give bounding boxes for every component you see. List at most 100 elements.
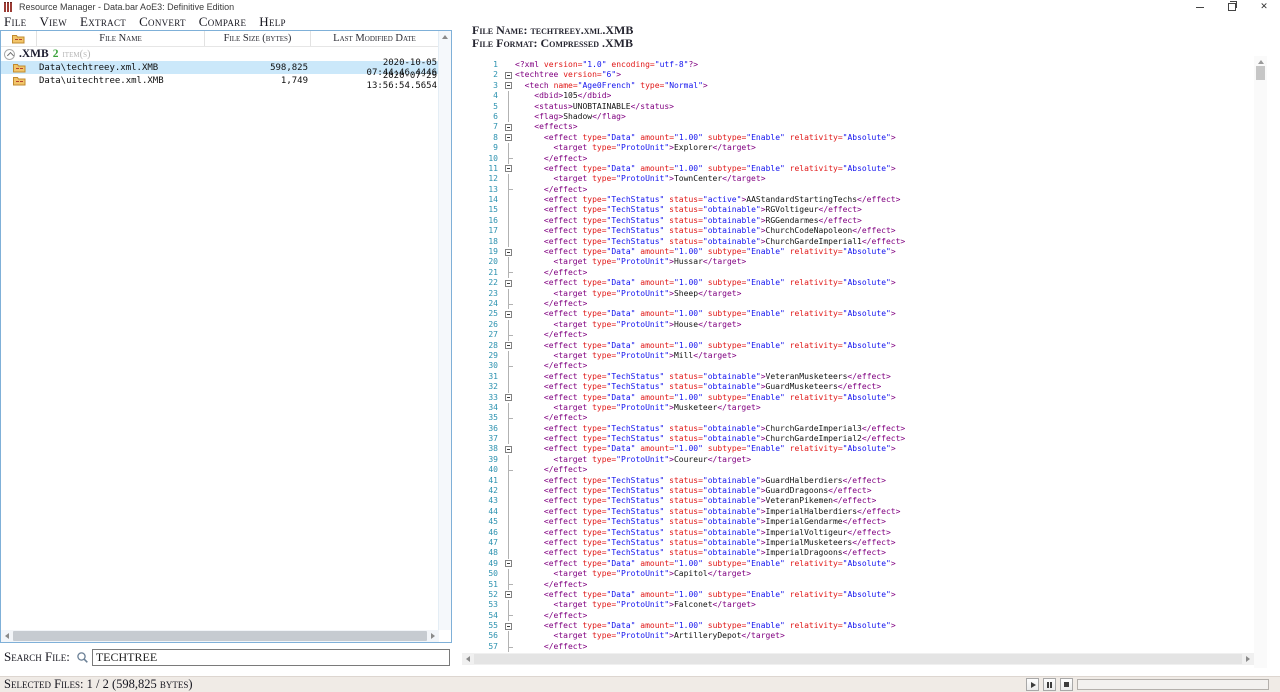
line-number: 39 [478, 455, 502, 465]
file-name: Data\techtreey.xml.XMB [37, 63, 205, 73]
fold-margin[interactable] [502, 70, 515, 80]
code-text: <effect type="TechStatus" status="obtain… [515, 237, 905, 247]
fold-margin [502, 600, 515, 610]
menu-compare[interactable]: Compare [195, 14, 255, 30]
stop-button[interactable] [1060, 678, 1073, 691]
fold-margin[interactable] [502, 309, 515, 319]
fold-collapse-icon[interactable] [505, 165, 512, 172]
menu-help[interactable]: Help [255, 14, 295, 30]
folder-icon [12, 34, 25, 44]
fold-margin [502, 154, 515, 164]
menu-file[interactable]: File [0, 14, 35, 30]
column-header-modified[interactable]: Last Modified Date [311, 31, 439, 46]
fold-margin[interactable] [502, 81, 515, 91]
play-button[interactable] [1026, 678, 1039, 691]
code-text: <effect type="TechStatus" status="obtain… [515, 538, 896, 548]
menu-view[interactable]: View [35, 14, 76, 30]
code-line: 45 <effect type="TechStatus" status="obt… [478, 517, 1254, 527]
selected-files-status: Selected Files: 1 / 2 (598,825 bytes) [0, 677, 193, 692]
column-header-file-name[interactable]: File Name [37, 31, 205, 46]
search-input[interactable] [92, 649, 450, 666]
fold-margin [502, 507, 515, 517]
code-line: 3 <tech name="Age0French" type="Normal"> [478, 81, 1254, 91]
code-text: <effect type="TechStatus" status="obtain… [515, 226, 896, 236]
fold-collapse-icon[interactable] [505, 623, 512, 630]
status-bar: Selected Files: 1 / 2 (598,825 bytes) [0, 676, 1280, 692]
fold-margin[interactable] [502, 341, 515, 351]
code-horizontal-scrollbar[interactable] [462, 653, 1254, 665]
fold-collapse-icon[interactable] [505, 72, 512, 79]
fold-margin[interactable] [502, 444, 515, 454]
code-line: 11 <effect type="Data" amount="1.00" sub… [478, 164, 1254, 174]
list-vertical-scrollbar[interactable] [438, 31, 451, 630]
column-header-file-size[interactable]: File Size (bytes) [205, 31, 311, 46]
fold-collapse-icon[interactable] [505, 560, 512, 567]
fold-margin [502, 382, 515, 392]
fold-collapse-icon[interactable] [505, 82, 512, 89]
menu-bar: FileViewExtractConvertCompareHelp [0, 14, 470, 30]
fold-margin[interactable] [502, 590, 515, 600]
code-text: <effect type="TechStatus" status="obtain… [515, 205, 862, 215]
scrollbar-thumb[interactable] [474, 654, 1242, 664]
fold-margin[interactable] [502, 122, 515, 132]
restore-icon [1228, 3, 1236, 11]
code-line: 54 </effect> [478, 611, 1254, 621]
list-horizontal-scrollbar[interactable] [1, 630, 439, 642]
line-number: 15 [478, 205, 502, 215]
fold-margin [502, 205, 515, 215]
fold-collapse-icon[interactable] [505, 311, 512, 318]
line-number: 8 [478, 133, 502, 143]
fold-collapse-icon[interactable] [505, 394, 512, 401]
line-number: 54 [478, 611, 502, 621]
fold-collapse-icon[interactable] [505, 280, 512, 287]
line-number: 52 [478, 590, 502, 600]
fold-collapse-icon[interactable] [505, 446, 512, 453]
fold-collapse-icon[interactable] [505, 134, 512, 141]
fold-margin[interactable] [502, 247, 515, 257]
search-row: Search File: [0, 646, 460, 668]
scrollbar-thumb[interactable] [1256, 66, 1265, 80]
code-vertical-scrollbar[interactable] [1254, 56, 1267, 668]
fold-collapse-icon[interactable] [505, 249, 512, 256]
window-title: Resource Manager - Data.bar AoE3: Defini… [19, 2, 234, 12]
fold-margin [502, 351, 515, 361]
fold-collapse-icon[interactable] [505, 342, 512, 349]
line-number: 17 [478, 226, 502, 236]
close-button[interactable]: ✕ [1248, 0, 1280, 14]
fold-margin[interactable] [502, 621, 515, 631]
code-line: 26 <target type="ProtoUnit">House</targe… [478, 320, 1254, 330]
fold-margin [502, 434, 515, 444]
fold-margin [502, 320, 515, 330]
code-text: <techtree version="6"> [515, 70, 621, 80]
code-text: <effects> [515, 122, 578, 132]
fold-margin [502, 330, 515, 340]
code-line: 10 </effect> [478, 154, 1254, 164]
fold-collapse-icon[interactable] [505, 124, 512, 131]
pause-button[interactable] [1043, 678, 1056, 691]
scrollbar-thumb[interactable] [13, 631, 427, 641]
code-text: <effect type="TechStatus" status="obtain… [515, 216, 862, 226]
fold-margin [502, 289, 515, 299]
code-viewer[interactable]: 1<?xml version="1.0" encoding="utf-8"?>2… [478, 60, 1254, 653]
fold-margin[interactable] [502, 133, 515, 143]
collapse-chevron-icon[interactable] [4, 49, 15, 60]
fold-margin[interactable] [502, 278, 515, 288]
fold-margin[interactable] [502, 164, 515, 174]
minimize-button[interactable] [1184, 0, 1216, 14]
fold-margin[interactable] [502, 393, 515, 403]
code-text: <effect type="Data" amount="1.00" subtyp… [515, 590, 896, 600]
code-line: 46 <effect type="TechStatus" status="obt… [478, 528, 1254, 538]
folder-icon [13, 63, 26, 73]
fold-margin[interactable] [502, 559, 515, 569]
menu-convert[interactable]: Convert [135, 14, 195, 30]
file-row[interactable]: Data\uitechtree.xml.XMB1,7492020-07-29 1… [1, 74, 451, 87]
file-modified: 2020-07-29 13:56:54.5654 [311, 71, 439, 91]
code-text: </effect> [515, 465, 587, 475]
line-number: 34 [478, 403, 502, 413]
restore-button[interactable] [1216, 0, 1248, 14]
menu-extract[interactable]: Extract [76, 14, 135, 30]
code-line: 13 </effect> [478, 185, 1254, 195]
fold-collapse-icon[interactable] [505, 591, 512, 598]
column-header-icon[interactable] [1, 31, 37, 46]
code-line: 47 <effect type="TechStatus" status="obt… [478, 538, 1254, 548]
